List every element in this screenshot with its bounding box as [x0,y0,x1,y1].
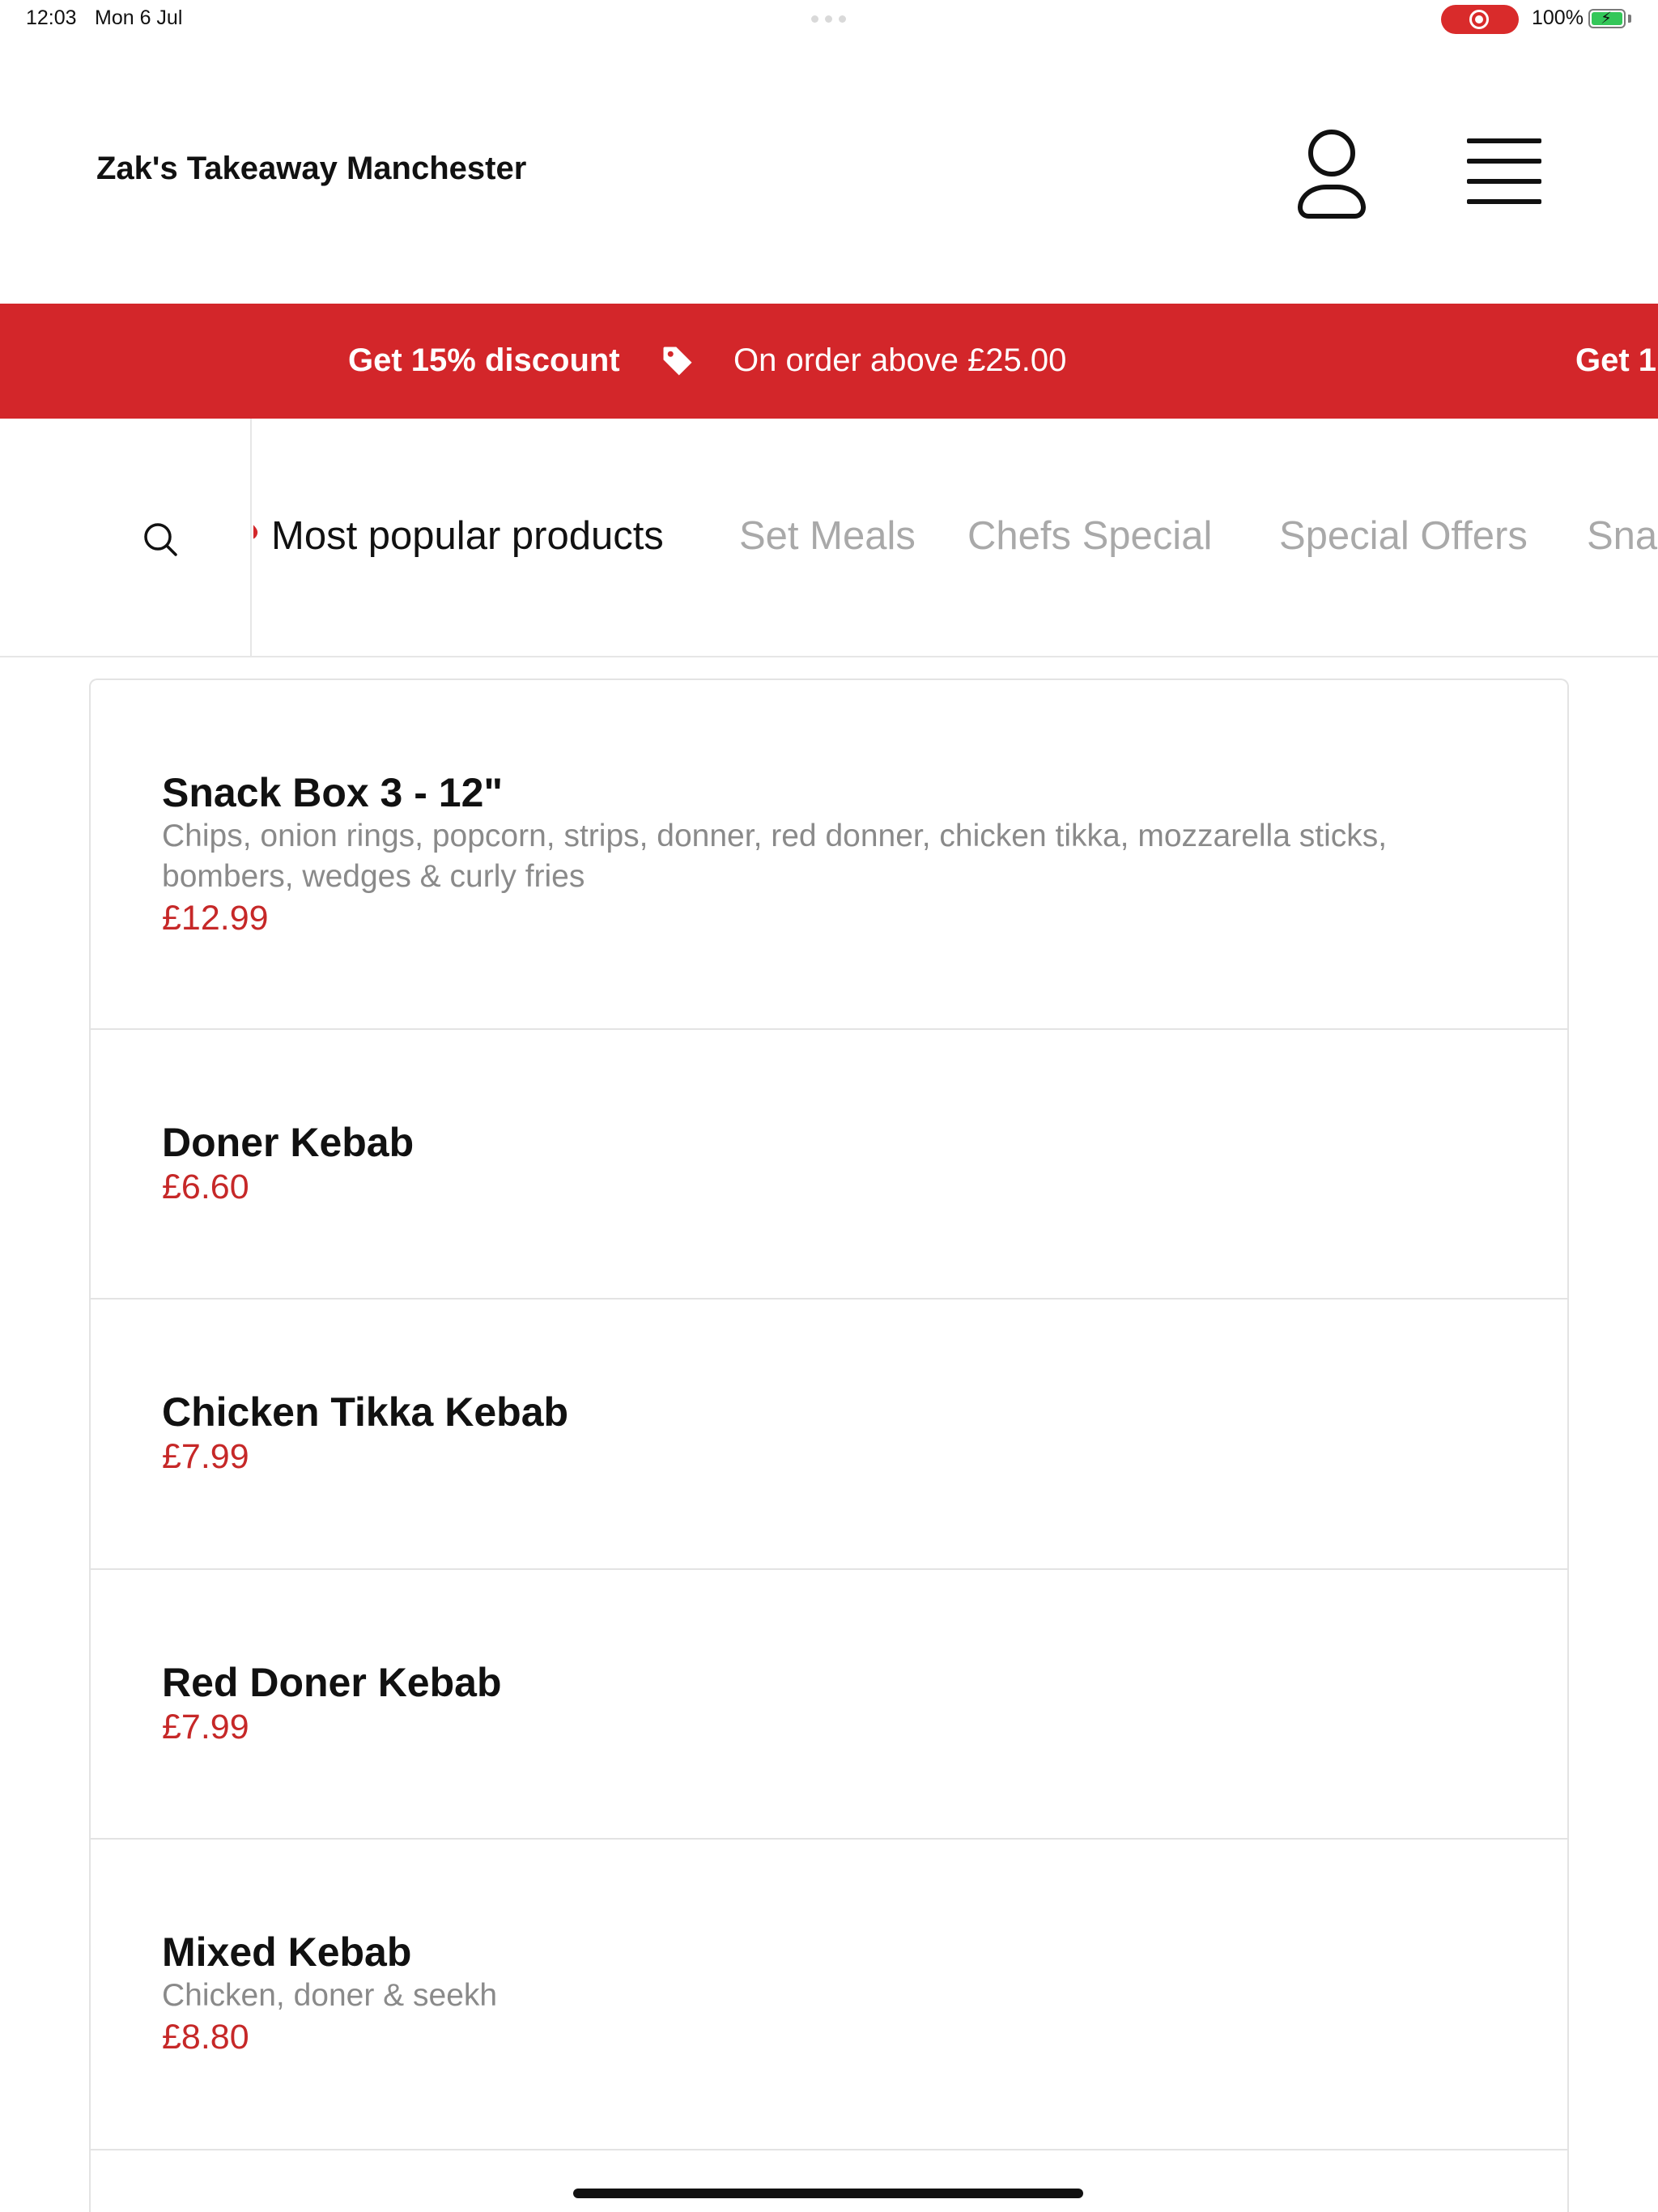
status-date: Mon 6 Jul [95,6,183,29]
search-icon [144,523,177,556]
category-nav: Most popular products Set Meals Chefs Sp… [0,419,1658,657]
promo-headline-repeat: Get 1 [1575,342,1657,378]
product-price: £7.99 [162,1437,249,1476]
product-price: £8.80 [162,2018,249,2057]
tab-most-popular-products[interactable]: Most popular products [271,513,664,559]
home-indicator[interactable] [573,2189,1083,2198]
product-description: Chips, onion rings, popcorn, strips, don… [162,819,1388,894]
product-name: Chicken Tikka Kebab [162,1389,569,1435]
battery-nub [1628,15,1631,23]
tab-snacks[interactable]: Sna [1587,513,1657,559]
product-list: Snack Box 3 - 12" Chips, onion rings, po… [89,678,1569,2212]
tab-chefs-special[interactable]: Chefs Special [967,513,1212,559]
category-tabs[interactable]: Most popular products Set Meals Chefs Sp… [253,419,1658,656]
product-item[interactable]: Chicken Tikka Kebab £7.99 [91,1300,1567,1570]
price-tag-icon [663,347,692,376]
screen-recording-icon[interactable] [1441,5,1519,34]
product-price: £6.60 [162,1168,249,1206]
account-button[interactable] [1287,121,1376,227]
search-button[interactable] [0,419,252,656]
product-name: Doner Kebab [162,1120,414,1165]
product-name: Mixed Kebab [162,1929,412,1975]
battery-percentage: 100% [1532,6,1584,29]
fire-icon [253,525,258,539]
product-name: Red Doner Kebab [162,1660,502,1705]
tab-special-offers[interactable]: Special Offers [1279,513,1528,559]
product-item[interactable]: Red Doner Kebab £7.99 [91,1570,1567,1840]
product-name: Snack Box 3 - 12" [162,770,504,815]
status-bar: 12:03 Mon 6 Jul 100% [0,0,1658,39]
page: 12:03 Mon 6 Jul 100% Zak's Takeaway Manc… [0,0,1658,2212]
product-price: £7.99 [162,1708,249,1746]
site-title[interactable]: Zak's Takeaway Manchester [96,151,526,187]
status-time: 12:03 [26,6,77,29]
product-description: Chicken, doner & seekh [162,1978,498,2013]
product-item[interactable]: Mixed Kebab Chicken, doner & seekh £8.80 [91,1840,1567,2150]
battery-icon [1588,8,1626,28]
promo-banner[interactable]: Get 15% discount On order above £25.00 G… [0,304,1658,419]
menu-button[interactable] [1464,134,1545,207]
tab-set-meals[interactable]: Set Meals [739,513,916,559]
promo-headline: Get 15% discount [348,342,620,378]
multitasking-dots-icon[interactable] [811,15,846,23]
promo-condition: On order above £25.00 [733,342,1067,378]
product-item[interactable]: Doner Kebab £6.60 [91,1030,1567,1300]
product-item[interactable]: Snack Box 3 - 12" Chips, onion rings, po… [91,680,1567,1030]
product-price: £12.99 [162,899,269,938]
